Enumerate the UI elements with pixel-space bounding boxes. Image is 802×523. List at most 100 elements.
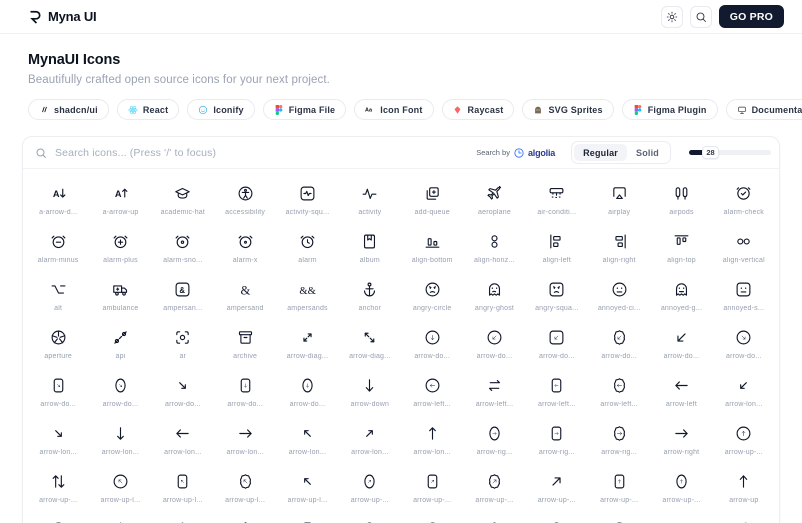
icon-cell[interactable]: add-queue [401,177,463,225]
chip-iconify[interactable]: Iconify [187,99,255,120]
icon-cell[interactable]: ambulance [89,273,151,321]
chip-react[interactable]: React [116,99,180,120]
theme-toggle-button[interactable] [660,5,683,28]
icon-cell[interactable]: alarm-sno... [152,225,214,273]
icon-cell[interactable]: arrow-lon... [214,417,276,465]
icon-cell[interactable]: arrow-diag... [339,321,401,369]
icon-cell[interactable]: arrow-up-l... [89,465,151,513]
icon-cell[interactable]: arrow-diag... [276,321,338,369]
icon-cell[interactable]: arrow-lon... [276,417,338,465]
size-slider[interactable]: 28 [689,145,771,161]
icon-cell[interactable]: arrow-left... [401,369,463,417]
icon-cell[interactable]: airpods [650,177,712,225]
icon-cell[interactable]: arrow-up-... [401,465,463,513]
icon-cell[interactable] [339,513,401,523]
icon-cell[interactable]: arrow-do... [27,369,89,417]
icon-cell[interactable]: accessibility [214,177,276,225]
icon-cell[interactable]: arrow-up-... [713,417,775,465]
icon-cell[interactable]: angry-ghost [463,273,525,321]
icon-cell[interactable]: aperture [27,321,89,369]
icon-cell[interactable]: arrow-do... [463,321,525,369]
search-button[interactable] [689,5,712,28]
icon-cell[interactable]: api [89,321,151,369]
icon-cell[interactable]: annoyed-g... [650,273,712,321]
icon-cell[interactable]: annoyed-ci... [588,273,650,321]
icon-cell[interactable]: arrow-lon... [713,369,775,417]
icon-cell[interactable]: arrow-up-... [27,465,89,513]
chip-shadcn-ui[interactable]: shadcn/ui [28,99,109,120]
icon-cell[interactable]: arrow-do... [713,321,775,369]
icon-cell[interactable]: alarm [276,225,338,273]
go-pro-button[interactable]: GO PRO [718,5,784,28]
icon-cell[interactable] [27,513,89,523]
chip-svg-sprites[interactable]: SVG Sprites [522,99,614,120]
icon-cell[interactable]: alt [27,273,89,321]
icon-cell[interactable]: arrow-do... [526,321,588,369]
icon-cell[interactable]: arrow-up-... [588,465,650,513]
icon-cell[interactable]: annoyed-s... [713,273,775,321]
icon-cell[interactable]: arrow-do... [152,369,214,417]
style-option-solid[interactable]: Solid [627,144,668,161]
icon-cell[interactable] [526,513,588,523]
icon-cell[interactable]: & ampersand [214,273,276,321]
icon-cell[interactable]: activity [339,177,401,225]
icon-cell[interactable]: align-top [650,225,712,273]
icon-cell[interactable]: arrow-rig... [526,417,588,465]
icon-cell[interactable] [276,513,338,523]
icon-cell[interactable]: angry-squa... [526,273,588,321]
icon-cell[interactable]: alarm-check [713,177,775,225]
icon-cell[interactable]: arrow-do... [214,369,276,417]
icon-cell[interactable] [89,513,151,523]
chip-icon-font[interactable]: Aa Icon Font [354,99,434,120]
icon-cell[interactable]: arrow-up-... [526,465,588,513]
style-option-regular[interactable]: Regular [574,144,627,161]
icon-cell[interactable]: Aa-arrow-d... [27,177,89,225]
algolia-attribution[interactable]: Search by algolia [476,148,555,158]
icon-cell[interactable]: align-vertical [713,225,775,273]
icon-cell[interactable]: arrow-lon... [339,417,401,465]
icon-cell[interactable]: align-horiz... [463,225,525,273]
icon-cell[interactable] [588,513,650,523]
icon-cell[interactable]: ar [152,321,214,369]
icon-cell[interactable]: academic-hat [152,177,214,225]
icon-cell[interactable]: arrow-up [713,465,775,513]
icon-cell[interactable]: arrow-do... [401,321,463,369]
icon-cell[interactable]: arrow-rig... [463,417,525,465]
icon-cell[interactable]: activity-squ... [276,177,338,225]
icon-cell[interactable]: align-bottom [401,225,463,273]
icon-cell[interactable]: arrow-left... [463,369,525,417]
icon-cell[interactable]: album [339,225,401,273]
slider-value[interactable]: 28 [702,146,719,159]
icon-cell[interactable]: arrow-up-l... [152,465,214,513]
icon-cell[interactable]: arrow-up-... [339,465,401,513]
chip-raycast[interactable]: Raycast [441,99,515,120]
icon-cell[interactable]: arrow-do... [588,321,650,369]
icon-cell[interactable]: anchor [339,273,401,321]
icon-cell[interactable] [214,513,276,523]
icon-cell[interactable]: arrow-left... [526,369,588,417]
icon-cell[interactable]: aeroplane [463,177,525,225]
chip-figma-file[interactable]: Figma File [262,99,347,120]
icon-cell[interactable]: Aa-arrow-up [89,177,151,225]
icon-cell[interactable]: arrow-up-... [650,465,712,513]
icon-cell[interactable]: archive [214,321,276,369]
icon-cell[interactable] [401,513,463,523]
icon-cell[interactable]: arrow-down [339,369,401,417]
icon-cell[interactable]: && ampersands [276,273,338,321]
icon-cell[interactable]: alarm-plus [89,225,151,273]
icon-cell[interactable]: arrow-left [650,369,712,417]
icon-cell[interactable]: arrow-up-l... [276,465,338,513]
icon-cell[interactable] [152,513,214,523]
chip-documentation[interactable]: Documentation [725,99,802,120]
icon-cell[interactable]: alarm-minus [27,225,89,273]
icon-cell[interactable]: arrow-do... [89,369,151,417]
icon-cell[interactable]: arrow-right [650,417,712,465]
icon-cell[interactable]: airplay [588,177,650,225]
icon-cell[interactable]: angry-circle [401,273,463,321]
icon-cell[interactable]: air-conditi... [526,177,588,225]
icon-cell[interactable] [463,513,525,523]
icon-cell[interactable]: arrow-lon... [401,417,463,465]
icon-cell[interactable]: align-right [588,225,650,273]
chip-figma-plugin[interactable]: Figma Plugin [621,99,718,120]
icon-cell[interactable]: arrow-left... [588,369,650,417]
